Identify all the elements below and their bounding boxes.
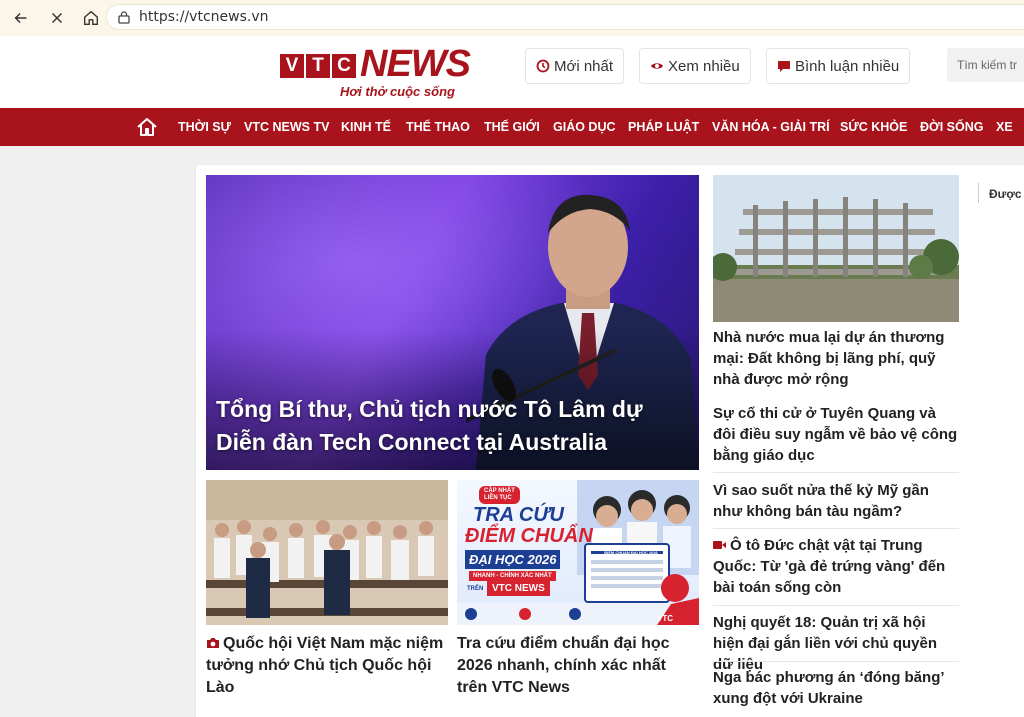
eye-icon — [650, 59, 664, 73]
logo-vtc-mark: V T C — [280, 54, 358, 78]
most-commented-button[interactable]: Bình luận nhiều — [766, 48, 911, 84]
story-left-title[interactable]: Quốc hội Việt Nam mặc niệm tưởng nhớ Chủ… — [206, 633, 448, 699]
divider — [713, 661, 959, 662]
site-header: V T C NEWS Hơi thở cuộc sống Mới nhất Xe… — [0, 36, 1024, 108]
promo-line3: ĐẠI HỌC 2026 — [465, 550, 561, 569]
site-info-icon[interactable] — [117, 10, 131, 24]
divider — [978, 183, 979, 203]
nav-home-icon[interactable] — [136, 116, 158, 138]
hero-title[interactable]: Tổng Bí thư, Chủ tịch nước Tô Lâm dự Diễ… — [216, 393, 686, 459]
promo-line4: NHANH - CHÍNH XÁC NHẤT — [469, 571, 556, 581]
promo-line5: TRÊN — [467, 586, 484, 592]
nav-item-suc-khoe[interactable]: SỨC KHỎE — [840, 108, 907, 146]
nav-item-thoi-su[interactable]: THỜI SỰ — [178, 108, 231, 146]
divider — [713, 528, 959, 529]
browser-toolbar: https://vtcnews.vn — [0, 0, 1024, 36]
chat-icon — [777, 59, 791, 73]
unfinished-building-photo — [713, 175, 959, 322]
logo-letter: V — [280, 54, 304, 78]
clock-icon — [536, 59, 550, 73]
right-column-label: Được — [989, 187, 1022, 201]
promo-corner: VTC NEWS — [657, 614, 681, 625]
back-icon[interactable] — [6, 3, 36, 33]
side-list-item[interactable]: Sự cố thi cử ở Tuyên Quang và đôi điều s… — [713, 403, 959, 466]
main-nav: THỜI SỰ VTC NEWS TV KINH TẾ THỂ THAO THẾ… — [0, 108, 1024, 146]
vtc-news-logo[interactable]: V T C NEWS Hơi thở cuộc sống — [280, 42, 500, 99]
most-viewed-button-label: Xem nhiều — [668, 57, 740, 75]
logo-letter: T — [306, 54, 330, 78]
story-middle-image[interactable]: CẬP NHẬT LIÊN TỤC TRA CỨU ĐIỂM CHUẨN ĐẠI… — [457, 480, 699, 625]
promo-line1: TRA CỨU — [473, 504, 564, 526]
stop-loading-icon[interactable] — [42, 3, 72, 33]
most-viewed-button[interactable]: Xem nhiều — [639, 48, 751, 84]
divider — [713, 472, 959, 473]
video-icon — [713, 535, 726, 549]
nav-item-giao-duc[interactable]: GIÁO DỤC — [553, 108, 616, 146]
search-input[interactable]: Tìm kiếm tr — [947, 48, 1024, 82]
nav-item-doi-song[interactable]: ĐỜI SỐNG — [920, 108, 983, 146]
story-left-title-text: Quốc hội Việt Nam mặc niệm tưởng nhớ Chủ… — [206, 635, 444, 696]
nav-item-phap-luat[interactable]: PHÁP LUẬT — [628, 108, 699, 146]
promo-brand: VTC NEWS — [487, 581, 550, 596]
promo-line2: ĐIỂM CHUẨN — [465, 525, 593, 547]
nav-item-van-hoa-giai-tri[interactable]: VĂN HÓA - GIẢI TRÍ — [712, 108, 830, 146]
story-left-image[interactable] — [206, 480, 448, 625]
side-list-item[interactable]: Ô tô Đức chật vật tại Trung Quốc: Từ 'gà… — [713, 535, 959, 598]
latest-button-label: Mới nhất — [554, 57, 614, 75]
side-list-item-text: Ô tô Đức chật vật tại Trung Quốc: Từ 'gà… — [713, 537, 946, 596]
promo-tag-line: LIÊN TỤC — [484, 495, 512, 501]
nav-item-kinh-te[interactable]: KINH TẾ — [341, 108, 391, 146]
side-story-title[interactable]: Nhà nước mua lại dự án thương mại: Đất k… — [713, 327, 959, 390]
story-middle-title[interactable]: Tra cứu điểm chuẩn đại học 2026 nhanh, c… — [457, 633, 699, 699]
promo-tag: CẬP NHẬT LIÊN TỤC — [479, 486, 520, 504]
nav-item-the-thao[interactable]: THỂ THAO — [406, 108, 470, 146]
logo-letter: C — [332, 54, 356, 78]
url-text: https://vtcnews.vn — [139, 9, 269, 25]
promo-screen-title: ĐIỂM CHUẨN ĐẠI HỌC 2026 — [604, 550, 658, 555]
parliament-photo — [206, 480, 448, 625]
divider — [713, 605, 959, 606]
hero-story[interactable]: Tổng Bí thư, Chủ tịch nước Tô Lâm dự Diễ… — [206, 175, 699, 470]
address-bar[interactable]: https://vtcnews.vn — [106, 4, 1024, 30]
logo-news-text: NEWS — [360, 43, 471, 85]
nav-item-the-gioi[interactable]: THẾ GIỚI — [484, 108, 540, 146]
side-list-item[interactable]: Nga bác phương án ‘đóng băng’ xung đột v… — [713, 667, 959, 709]
home-icon[interactable] — [76, 3, 106, 33]
side-list-item[interactable]: Nghị quyết 18: Quản trị xã hội hiện đại … — [713, 612, 959, 675]
camera-icon — [206, 634, 220, 648]
nav-item-vtc-news-tv[interactable]: VTC NEWS TV — [244, 108, 329, 146]
promo-tag-line: CẬP NHẬT — [484, 488, 515, 494]
side-story-image[interactable] — [713, 175, 959, 322]
main-content: Tổng Bí thư, Chủ tịch nước Tô Lâm dự Diễ… — [196, 165, 1024, 717]
latest-button[interactable]: Mới nhất — [525, 48, 625, 84]
logo-slogan: Hơi thở cuộc sống — [340, 84, 455, 99]
nav-item-xe[interactable]: XE — [996, 108, 1013, 146]
most-commented-button-label: Bình luận nhiều — [795, 57, 900, 75]
side-list-item[interactable]: Vì sao suốt nửa thế kỷ Mỹ gần như không … — [713, 480, 959, 522]
